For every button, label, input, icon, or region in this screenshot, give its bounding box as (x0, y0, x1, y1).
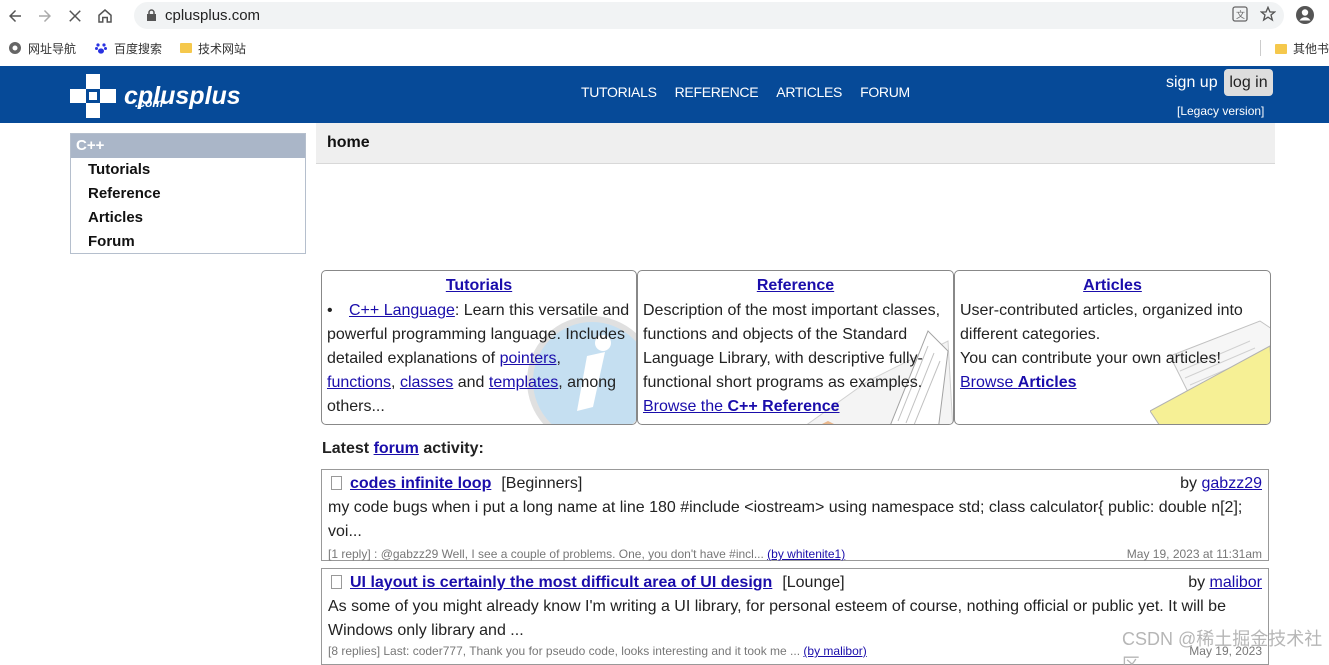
reference-description: Description of the most important classe… (643, 302, 941, 391)
pointers-link[interactable]: pointers (500, 350, 557, 367)
cplusplus-logo-icon (70, 74, 116, 118)
post-author: by malibor (1188, 571, 1262, 595)
reference-box: Reference Description of the most import… (637, 270, 954, 425)
address-bar[interactable]: cplusplus.com 文 (134, 2, 1284, 29)
separator-text: , (556, 350, 561, 367)
left-menu-item-reference[interactable]: Reference (71, 182, 305, 206)
sign-up-link[interactable]: sign up (1166, 74, 1218, 92)
bullet: • (327, 302, 333, 319)
post-last-reply[interactable]: [1 reply] : @gabzz29 Well, I see a coupl… (328, 547, 764, 561)
browser-toolbar: cplusplus.com 文 (0, 0, 1329, 32)
author-link[interactable]: malibor (1210, 574, 1262, 591)
left-menu-head[interactable]: C++ (71, 134, 305, 158)
nav-articles[interactable]: ARTICLES (776, 84, 842, 100)
forward-button[interactable] (30, 1, 60, 31)
url-text: cplusplus.com (165, 7, 261, 24)
and-text: and (453, 374, 489, 391)
other-bookmarks-label: 其他书 (1292, 42, 1329, 56)
folder-icon (180, 43, 193, 53)
post-title-link[interactable]: UI layout is certainly the most difficul… (350, 574, 772, 591)
cpp-language-link[interactable]: C++ Language (349, 302, 455, 319)
templates-link[interactable]: templates (489, 374, 558, 391)
log-in-button[interactable]: log in (1224, 69, 1273, 96)
bookmark-label: 网址导航 (28, 41, 77, 56)
articles-title-link[interactable]: Articles (1083, 277, 1142, 294)
classes-link[interactable]: classes (400, 374, 453, 391)
post-meta: [1 reply] : @gabzz29 Well, I see a coupl… (328, 546, 1262, 562)
left-menu-item-tutorials[interactable]: Tutorials (71, 158, 305, 182)
left-menu-item-forum[interactable]: Forum (71, 230, 305, 254)
browse-reference-link[interactable]: Browse the C++ Reference (643, 395, 948, 419)
separator-text: , (391, 374, 400, 391)
bookmark-label: 技术网站 (198, 41, 247, 56)
author-link[interactable]: gabzz29 (1202, 475, 1263, 492)
post-last-reply-author[interactable]: (by malibor) (803, 644, 866, 658)
top-nav: TUTORIALS REFERENCE ARTICLES FORUM (581, 84, 910, 100)
by-prefix: by (1180, 475, 1202, 492)
tutorials-title-link[interactable]: Tutorials (446, 277, 512, 294)
post-forum: [Beginners] (501, 475, 583, 492)
nav-tutorials[interactable]: TUTORIALS (581, 84, 657, 100)
browse-bold[interactable]: Articles (1018, 374, 1077, 391)
latest-forum-heading: Latest forum activity: (322, 440, 484, 458)
page-title-bar: home (316, 123, 1275, 164)
functions-link[interactable]: functions (327, 374, 391, 391)
post-body: my code bugs when i put a long name at l… (328, 499, 1243, 540)
back-arrow-icon (9, 10, 21, 22)
nav-forum[interactable]: FORUM (860, 84, 910, 100)
left-menu: C++ Tutorials Reference Articles Forum (70, 133, 306, 254)
articles-contribute-text: You can contribute your own articles! (960, 350, 1221, 367)
svg-text:文: 文 (1236, 9, 1245, 21)
by-prefix: by (1188, 574, 1210, 591)
post-date: May 19, 2023 at 11:31am (1126, 547, 1262, 561)
post-last-reply[interactable]: [8 replies] Last: coder777, Thank you fo… (328, 644, 800, 658)
bookmark-item[interactable]: 网址导航 (8, 40, 76, 57)
latest-prefix: Latest (322, 440, 374, 457)
document-icon (331, 476, 342, 490)
watermark: CSDN @稀土掘金技术社区 (1122, 629, 1323, 665)
reference-title-link[interactable]: Reference (757, 277, 834, 294)
forum-post: codes infinite loop [Beginners] by gabzz2… (321, 469, 1269, 561)
home-icon (98, 9, 112, 23)
bookmark-item[interactable]: 技术网站 (180, 40, 246, 57)
browse-articles-link[interactable]: Browse Articles (960, 371, 1265, 395)
left-menu-item-articles[interactable]: Articles (71, 206, 305, 230)
close-icon (69, 10, 81, 22)
browse-prefix[interactable]: Browse (960, 374, 1018, 391)
legacy-version-link[interactable]: [Legacy version] (1177, 104, 1264, 118)
forum-link[interactable]: forum (374, 440, 419, 457)
site-header: cplusplus .com TUTORIALS REFERENCE ARTIC… (0, 66, 1329, 123)
star-icon[interactable] (1260, 6, 1276, 22)
logo-subtext: .com (135, 96, 164, 110)
bookmarks-bar: 网址导航 百度搜索 技术网站 其他书 (0, 34, 1329, 62)
baidu-paw-icon (95, 43, 108, 54)
lock-icon (147, 9, 156, 21)
post-forum: [Lounge] (782, 574, 845, 591)
nav-reference[interactable]: REFERENCE (675, 84, 759, 100)
other-bookmarks[interactable]: 其他书 (1274, 40, 1329, 57)
back-button[interactable] (0, 1, 30, 31)
globe-icon (9, 42, 21, 54)
browse-bold[interactable]: C++ Reference (727, 398, 839, 415)
tutorials-description: • C++ Language: Learn this versatile and … (327, 299, 631, 419)
browse-prefix[interactable]: Browse the (643, 398, 727, 415)
home-button[interactable] (90, 1, 120, 31)
articles-box: Articles User-contributed articles, orga… (954, 270, 1271, 425)
post-author: by gabzz29 (1180, 472, 1262, 496)
bookmark-separator (1260, 40, 1261, 56)
profile-icon[interactable] (1295, 5, 1315, 25)
post-title-link[interactable]: codes infinite loop (350, 475, 491, 492)
latest-suffix: activity: (418, 440, 484, 457)
bookmark-label: 百度搜索 (114, 41, 163, 56)
folder-icon (1274, 43, 1287, 54)
document-icon (331, 575, 342, 589)
translate-icon[interactable]: 文 (1232, 6, 1248, 22)
stop-button[interactable] (60, 1, 90, 31)
articles-description: User-contributed articles, organized int… (960, 302, 1243, 343)
post-last-reply-author[interactable]: (by whitenite1) (767, 547, 845, 561)
page-title: home (327, 134, 370, 151)
bookmark-item[interactable]: 百度搜索 (94, 40, 162, 57)
forward-arrow-icon (39, 10, 51, 22)
tutorials-box: Tutorials • C++ Language: Learn this vers… (321, 270, 637, 425)
